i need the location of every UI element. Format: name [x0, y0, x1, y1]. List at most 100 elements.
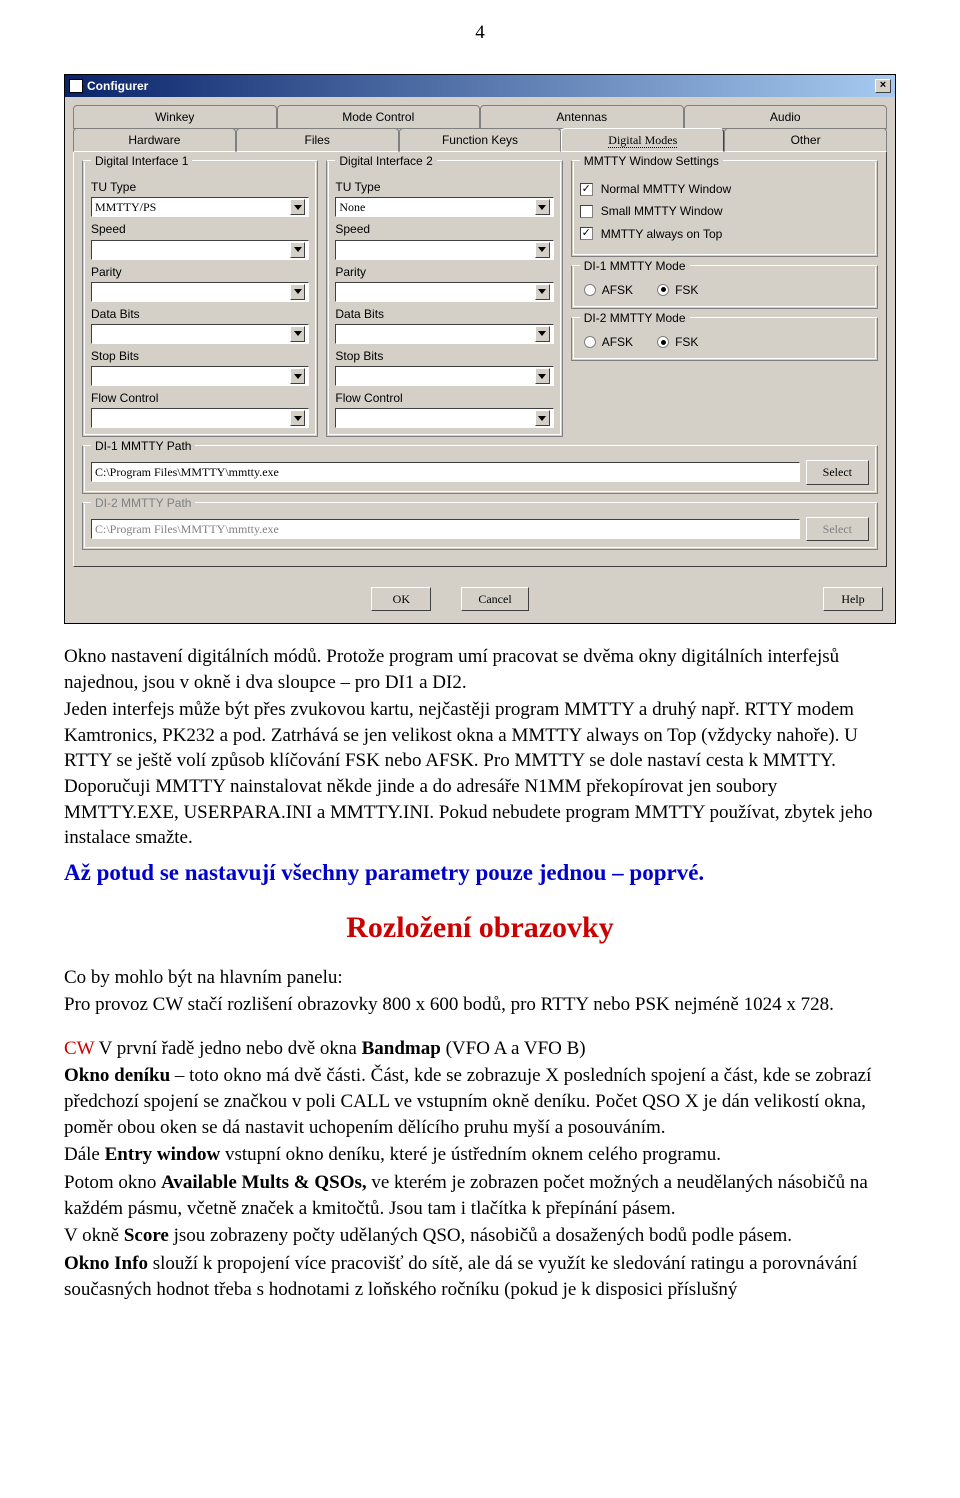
- radio-label: FSK: [675, 334, 698, 350]
- page-number: 4: [64, 20, 896, 46]
- di2-parity-dropdown[interactable]: [335, 282, 553, 302]
- group-di1-mode: DI-1 MMTTY Mode AFSK FSK: [571, 265, 878, 309]
- chevron-down-icon: [290, 199, 305, 215]
- window-title: Configurer: [87, 78, 148, 94]
- di2-databits-dropdown[interactable]: [335, 324, 553, 344]
- checkbox-small-window[interactable]: [580, 205, 593, 218]
- cancel-button[interactable]: Cancel: [461, 587, 528, 611]
- label-flowcontrol: Flow Control: [335, 390, 553, 406]
- app-icon: [69, 79, 83, 93]
- di1-select-button[interactable]: Select: [806, 460, 869, 484]
- checkbox-label: Normal MMTTY Window: [601, 181, 731, 197]
- tab-digital-modes[interactable]: Digital Modes: [561, 128, 724, 152]
- di1-stopbits-dropdown[interactable]: [91, 366, 309, 386]
- paragraph: Okno nastavení digitálních módů. Protože…: [64, 644, 896, 695]
- highlight-blue: Až potud se nastavují všechny parametry …: [64, 857, 896, 888]
- group-di2-mode: DI-2 MMTTY Mode AFSK FSK: [571, 317, 878, 361]
- group-title: Digital Interface 2: [335, 153, 436, 169]
- chevron-down-icon: [535, 199, 550, 215]
- di2-speed-dropdown[interactable]: [335, 240, 553, 260]
- di1-databits-dropdown[interactable]: [91, 324, 309, 344]
- tab-audio[interactable]: Audio: [684, 105, 888, 129]
- group-title: DI-1 MMTTY Path: [91, 438, 195, 454]
- radio-label: AFSK: [602, 282, 633, 298]
- dialog-button-row: OK Cancel Help: [65, 577, 895, 623]
- tab-function-keys[interactable]: Function Keys: [399, 128, 562, 152]
- di1-parity-dropdown[interactable]: [91, 282, 309, 302]
- radio-label: AFSK: [602, 334, 633, 350]
- di1-tutype-dropdown[interactable]: MMTTY/PS: [91, 197, 309, 217]
- radio-di2-afsk[interactable]: [584, 336, 596, 348]
- checkbox-always-on-top[interactable]: ✓: [580, 227, 593, 240]
- paragraph: Potom okno Available Mults & QSOs, ve kt…: [64, 1170, 896, 1221]
- paragraph: CW V první řadě jedno nebo dvě okna Band…: [64, 1036, 896, 1062]
- tab-other[interactable]: Other: [724, 128, 887, 152]
- checkbox-label: Small MMTTY Window: [601, 203, 723, 219]
- close-icon[interactable]: ×: [875, 79, 891, 93]
- radio-di1-fsk[interactable]: [657, 284, 669, 296]
- radio-label: FSK: [675, 282, 698, 298]
- chevron-down-icon: [535, 284, 550, 300]
- tab-files[interactable]: Files: [236, 128, 399, 152]
- paragraph: Okno Info slouží k propojení více pracov…: [64, 1251, 896, 1302]
- cw-label: CW: [64, 1038, 94, 1059]
- chevron-down-icon: [535, 410, 550, 426]
- radio-di1-afsk[interactable]: [584, 284, 596, 296]
- chevron-down-icon: [290, 284, 305, 300]
- tab-antennas[interactable]: Antennas: [480, 105, 684, 129]
- chevron-down-icon: [290, 242, 305, 258]
- label-speed: Speed: [335, 221, 553, 237]
- group-title: DI-1 MMTTY Mode: [580, 258, 690, 274]
- group-title: DI-2 MMTTY Path: [91, 495, 195, 511]
- di2-flowcontrol-dropdown[interactable]: [335, 408, 553, 428]
- group-title: DI-2 MMTTY Mode: [580, 310, 690, 326]
- di1-path-input[interactable]: C:\Program Files\MMTTY\mmtty.exe: [91, 462, 800, 482]
- ok-button[interactable]: OK: [371, 587, 431, 611]
- di2-tutype-dropdown[interactable]: None: [335, 197, 553, 217]
- group-mmtty-window-settings: MMTTY Window Settings ✓ Normal MMTTY Win…: [571, 160, 878, 257]
- tab-hardware[interactable]: Hardware: [73, 128, 236, 152]
- label-databits: Data Bits: [91, 306, 309, 322]
- group-di2-path: DI-2 MMTTY Path C:\Program Files\MMTTY\m…: [82, 502, 878, 550]
- di1-speed-dropdown[interactable]: [91, 240, 309, 260]
- label-tu-type: TU Type: [335, 179, 553, 195]
- label-databits: Data Bits: [335, 306, 553, 322]
- di2-stopbits-dropdown[interactable]: [335, 366, 553, 386]
- paragraph: Okno deníku – toto okno má dvě části. Čá…: [64, 1063, 896, 1140]
- tab-winkey[interactable]: Winkey: [73, 105, 277, 129]
- tab-mode-control[interactable]: Mode Control: [277, 105, 481, 129]
- paragraph: V okně Score jsou zobrazeny počty udělan…: [64, 1223, 896, 1249]
- label-parity: Parity: [91, 264, 309, 280]
- chevron-down-icon: [290, 368, 305, 384]
- group-title: Digital Interface 1: [91, 153, 192, 169]
- paragraph: Pro provoz CW stačí rozlišení obrazovky …: [64, 992, 896, 1018]
- radio-di2-fsk[interactable]: [657, 336, 669, 348]
- group-di2: Digital Interface 2 TU Type None Speed P…: [326, 160, 562, 437]
- chevron-down-icon: [535, 242, 550, 258]
- group-di1-path: DI-1 MMTTY Path C:\Program Files\MMTTY\m…: [82, 445, 878, 493]
- group-title: MMTTY Window Settings: [580, 153, 723, 169]
- paragraph: Jeden interfejs může být přes zvukovou k…: [64, 697, 896, 851]
- group-di1: Digital Interface 1 TU Type MMTTY/PS Spe…: [82, 160, 318, 437]
- label-speed: Speed: [91, 221, 309, 237]
- label-stopbits: Stop Bits: [335, 348, 553, 364]
- chevron-down-icon: [535, 326, 550, 342]
- label-stopbits: Stop Bits: [91, 348, 309, 364]
- title-bar: Configurer ×: [65, 75, 895, 97]
- help-button[interactable]: Help: [823, 587, 883, 611]
- tab-panel: Digital Interface 1 TU Type MMTTY/PS Spe…: [73, 151, 887, 567]
- label-parity: Parity: [335, 264, 553, 280]
- label-tu-type: TU Type: [91, 179, 309, 195]
- paragraph: Co by mohlo být na hlavním panelu:: [64, 965, 896, 991]
- chevron-down-icon: [290, 410, 305, 426]
- chevron-down-icon: [535, 368, 550, 384]
- checkbox-label: MMTTY always on Top: [601, 226, 723, 242]
- di2-select-button[interactable]: Select: [806, 517, 869, 541]
- checkbox-normal-window[interactable]: ✓: [580, 183, 593, 196]
- heading-red: Rozložení obrazovky: [64, 908, 896, 949]
- paragraph: Dále Entry window vstupní okno deníku, k…: [64, 1142, 896, 1168]
- di2-path-input: C:\Program Files\MMTTY\mmtty.exe: [91, 519, 800, 539]
- di1-flowcontrol-dropdown[interactable]: [91, 408, 309, 428]
- document-body: Okno nastavení digitálních módů. Protože…: [64, 644, 896, 1302]
- configurer-window: Configurer × Winkey Mode Control Antenna…: [64, 74, 896, 624]
